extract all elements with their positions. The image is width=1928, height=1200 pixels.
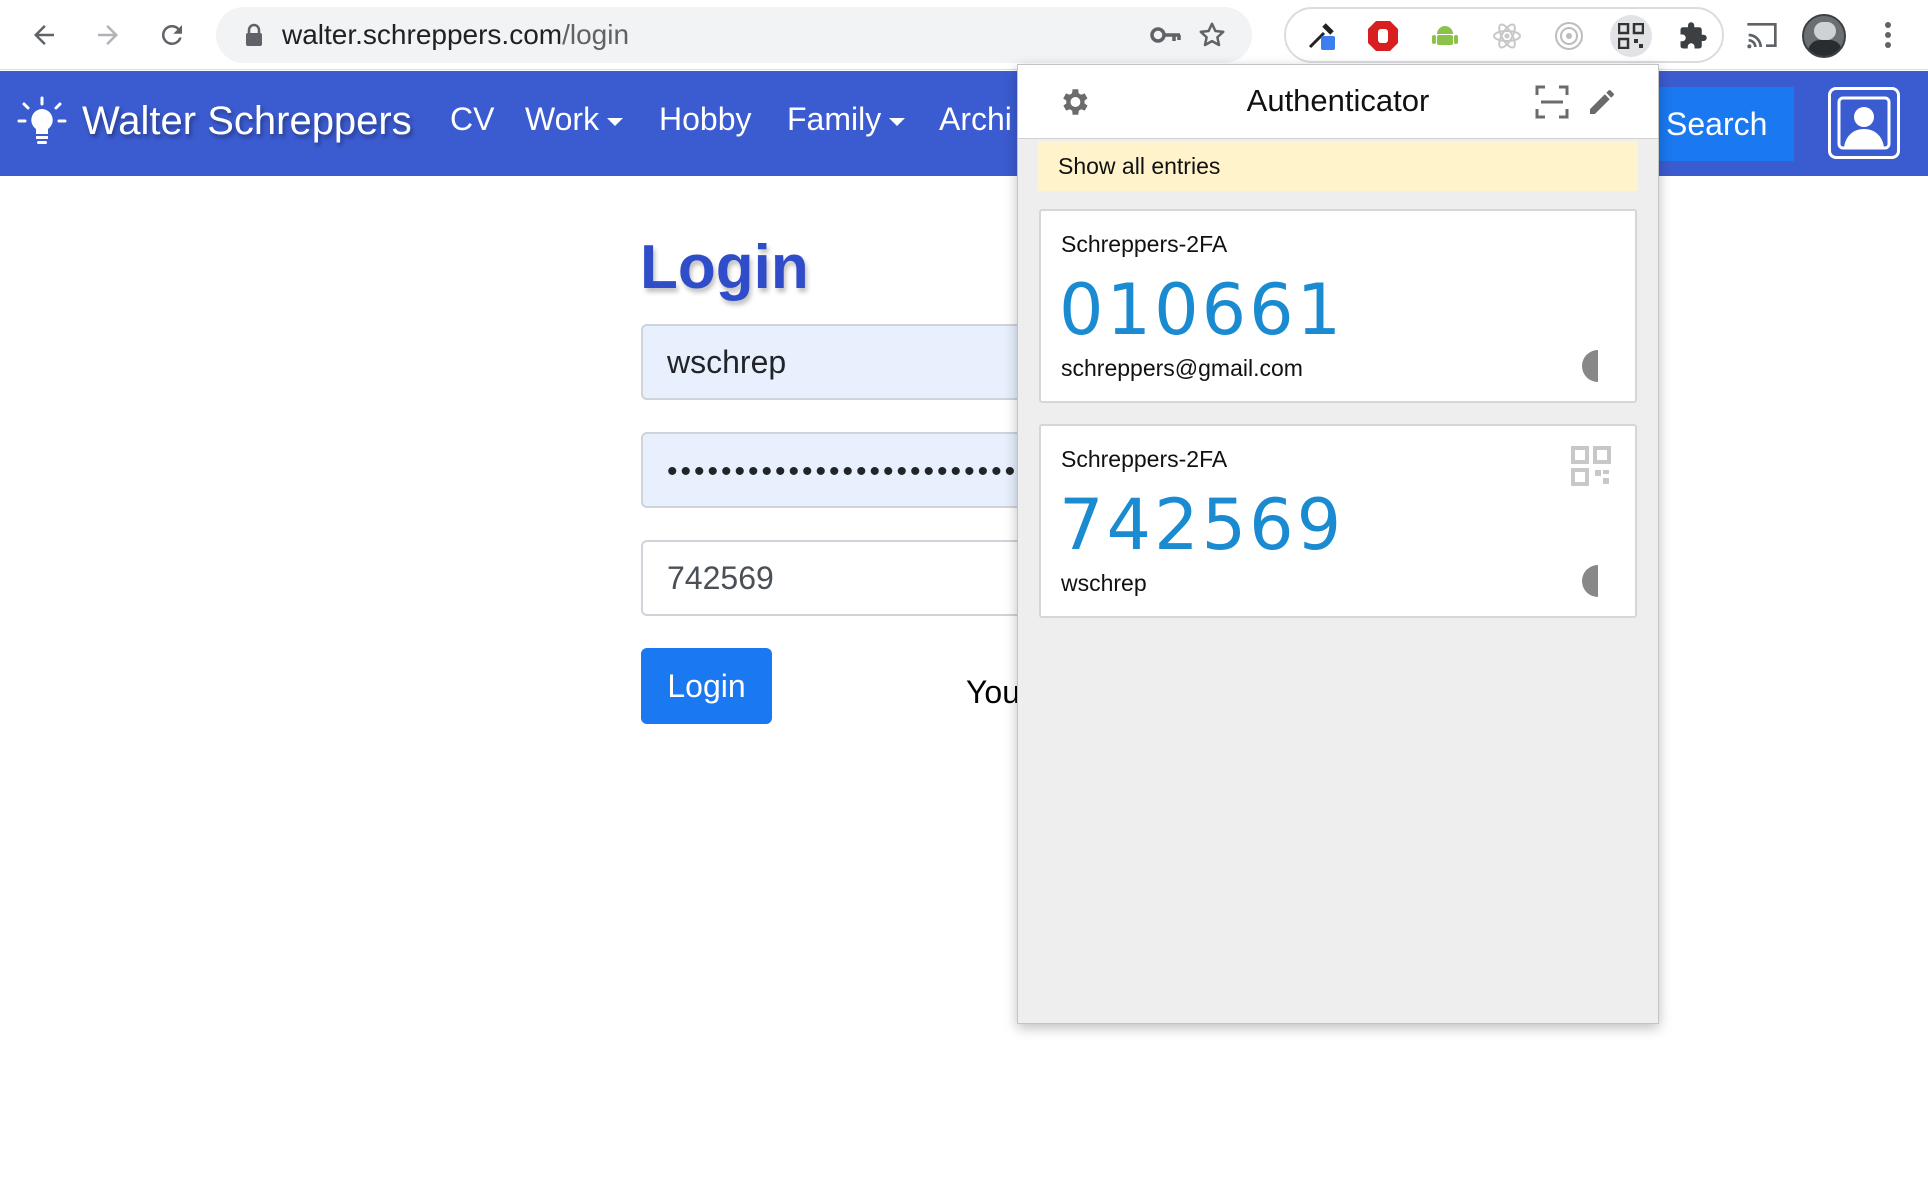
entry-code[interactable]: 010661 [1059,269,1344,351]
star-icon[interactable] [1194,17,1230,53]
reload-icon [161,24,182,45]
otp-entry[interactable]: Schreppers-2FA 742569 wschrep [1039,424,1637,618]
cast-icon [1747,23,1777,49]
eyedropper-icon [1308,23,1335,50]
chevron-down-icon [889,117,906,126]
timer-icon [1582,350,1598,382]
password-field[interactable]: •••••••••••••••••••••••••••• [641,432,1061,508]
entry-issuer: Schreppers-2FA [1061,446,1228,472]
target-icon [1555,22,1583,50]
authenticator-extension[interactable] [1610,15,1652,57]
otp-code-field[interactable]: 742569 [641,540,1061,616]
key-icon[interactable] [1148,17,1184,53]
popup-header: Authenticator [1018,65,1658,139]
nav-link-cv[interactable]: CV [450,101,494,138]
atom-icon [1493,23,1521,49]
brand-link[interactable]: Walter Schreppers [16,89,412,153]
nav-link-work[interactable]: Work [525,101,624,138]
nav-link-hobby[interactable]: Hobby [659,101,752,138]
timer-icon [1582,565,1598,597]
nav-link-family[interactable]: Family [787,101,906,138]
page-title: Login [640,233,809,302]
extensions-group [1284,7,1724,63]
entry-issuer: Schreppers-2FA [1061,231,1228,257]
scan-qr-button[interactable] [1532,82,1572,122]
more-vert-icon [1885,22,1891,48]
browser-menu-button[interactable] [1866,13,1910,57]
edit-button[interactable] [1582,82,1622,122]
android-extension[interactable] [1424,15,1466,57]
entry-account: wschrep [1061,570,1147,596]
react-extension[interactable] [1486,15,1528,57]
browser-toolbar: walter.schreppers.com/login [0,0,1928,70]
authenticator-popup: Authenticator Show all entries Schrepper… [1017,64,1659,1024]
profile-avatar[interactable] [1802,14,1846,58]
forward-button[interactable] [86,13,130,57]
puzzle-icon [1680,22,1707,49]
back-button[interactable] [22,13,66,57]
android-icon [1432,26,1458,45]
chevron-down-icon [607,117,624,126]
otp-entry[interactable]: Schreppers-2FA 010661 schreppers@gmail.c… [1039,209,1637,403]
user-account-button[interactable] [1828,87,1900,159]
qr-code-icon [1618,23,1644,49]
user-icon [1837,96,1891,150]
username-field[interactable]: wschrep [641,324,1061,400]
extensions-menu-button[interactable] [1672,15,1714,57]
url-text: walter.schreppers.com/login [282,19,630,50]
search-button[interactable]: Search [1654,87,1794,161]
lock-icon [236,17,272,53]
entry-account: schreppers@gmail.com [1061,355,1303,381]
lightbulb-icon [17,96,67,144]
cast-button[interactable] [1740,13,1784,57]
forward-arrow-icon [98,25,118,45]
adblock-extension[interactable] [1362,15,1404,57]
reload-button[interactable] [150,13,194,57]
stop-hand-icon [1368,21,1398,51]
back-arrow-icon [34,25,54,45]
show-all-entries-notice[interactable]: Show all entries [1038,141,1638,191]
nav-link-archive[interactable]: Archi [939,101,1012,138]
login-status-text: You [966,674,1020,710]
eyedropper-extension[interactable] [1300,15,1342,57]
target-extension[interactable] [1548,15,1590,57]
login-button[interactable]: Login [641,648,772,724]
entry-code[interactable]: 742569 [1059,484,1344,566]
scan-icon [1535,85,1569,119]
qr-code-icon[interactable] [1571,446,1611,486]
pencil-icon [1590,90,1614,114]
address-bar[interactable]: walter.schreppers.com/login [216,7,1252,63]
brand-name: Walter Schreppers [82,98,412,143]
